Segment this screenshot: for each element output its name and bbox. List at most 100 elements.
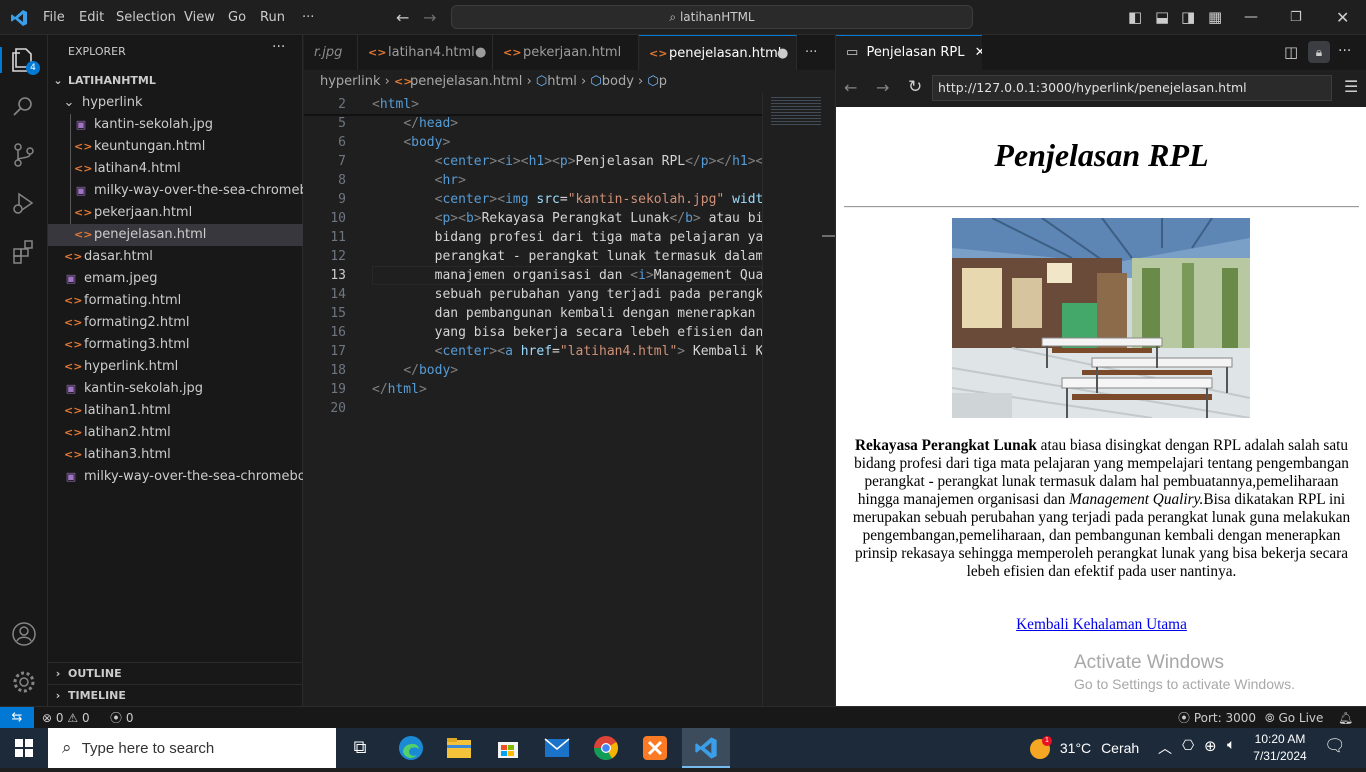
xampp-icon[interactable]	[635, 732, 675, 764]
forward-arrow-icon[interactable]: →	[423, 0, 436, 35]
sidebar-file-item[interactable]: <> formating3.html	[48, 334, 303, 356]
windows-start-icon[interactable]	[4, 732, 44, 764]
run-debug-icon[interactable]	[10, 189, 38, 217]
breadcrumb-folder[interactable]: hyperlink	[320, 74, 381, 89]
remote-indicator[interactable]: ⇆	[0, 707, 34, 728]
unsaved-dot-icon[interactable]: ●	[475, 35, 486, 70]
taskbar-search-box[interactable]: ⌕ Type here to search	[48, 728, 336, 768]
problems-indicator[interactable]: ⊗ 0 ⚠ 0	[42, 707, 90, 729]
workspace-root[interactable]: ⌄ LATIHANHTML	[48, 70, 303, 92]
port-indicator[interactable]: ⦿ Port: 3000	[1178, 707, 1256, 729]
vscode-taskbar-item[interactable]	[682, 728, 730, 768]
folder-hyperlink[interactable]: ⌄ hyperlink	[48, 92, 303, 114]
menu-go[interactable]: Go	[228, 0, 246, 35]
sidebar-file-item[interactable]: <> pekerjaan.html	[48, 202, 303, 224]
settings-gear-icon[interactable]	[10, 668, 38, 696]
toggle-panel-icon[interactable]: ⬓	[1155, 0, 1169, 35]
sidebar-file-item[interactable]: ▣ kantin-sekolah.jpg	[48, 114, 303, 136]
tab-penejelasan[interactable]: <> penejelasan.html ●	[639, 35, 797, 70]
outline-section[interactable]: › OUTLINE	[48, 662, 303, 684]
menu-file[interactable]: File	[43, 0, 65, 35]
code-line[interactable]: 20	[304, 399, 762, 418]
ports-indicator[interactable]: ⦿ 0	[110, 707, 133, 729]
menu-edit[interactable]: Edit	[79, 0, 104, 35]
sidebar-file-item[interactable]: <> dasar.html	[48, 246, 303, 268]
sidebar-file-item[interactable]: ▣ kantin-sekolah.jpg	[48, 378, 303, 400]
notification-center-icon[interactable]: 🗨︎	[1324, 736, 1346, 756]
toggle-secondary-sidebar-icon[interactable]: ◨	[1181, 0, 1195, 35]
editor-more-actions[interactable]: ···	[797, 35, 835, 70]
extensions-icon[interactable]	[10, 237, 38, 265]
meet-now-icon[interactable]: ⎔	[1182, 738, 1194, 754]
code-line[interactable]: 17 <center><a href="latihan4.html"> Kemb…	[304, 342, 762, 361]
sidebar-file-item[interactable]: ▣ emam.jpeg	[48, 268, 303, 290]
code-line[interactable]: 13 manajemen organisasi dan <i>Managemen…	[304, 266, 762, 285]
code-line[interactable]: 14 sebuah perubahan yang terjadi pada pe…	[304, 285, 762, 304]
accounts-icon[interactable]	[10, 620, 38, 648]
code-line[interactable]: 7 <center><i><h1><p>Penjelasan RPL</p></…	[304, 152, 762, 171]
file-explorer-icon[interactable]	[439, 732, 479, 764]
more-actions-icon[interactable]: ···	[1338, 43, 1351, 59]
lock-icon[interactable]: 🔒︎	[1308, 41, 1330, 63]
split-editor-icon[interactable]: ◫	[1284, 43, 1298, 61]
notifications-bell-icon[interactable]: 🔔︎	[1338, 707, 1353, 729]
clock[interactable]: 10:20 AM 7/31/2024	[1252, 731, 1308, 765]
breadcrumb-html[interactable]: html	[547, 74, 577, 89]
close-icon[interactable]: ✕	[1336, 0, 1349, 35]
volume-muted-icon[interactable]: 🔈︎	[1227, 737, 1235, 753]
toggle-sidebar-icon[interactable]: ◧	[1128, 0, 1142, 35]
minimize-icon[interactable]: —	[1244, 0, 1258, 35]
code-line[interactable]: 16 yang bisa bekerja secara lebeh efisie…	[304, 323, 762, 342]
minimap[interactable]	[762, 93, 835, 706]
source-control-icon[interactable]	[10, 141, 38, 169]
sidebar-file-item[interactable]: <> hyperlink.html	[48, 356, 303, 378]
timeline-section[interactable]: › TIMELINE	[48, 684, 303, 706]
menu-selection[interactable]: Selection	[116, 0, 176, 35]
browser-tab[interactable]: ▭ Penjelasan RPL ✕	[836, 35, 986, 70]
restore-icon[interactable]: ❐	[1290, 0, 1302, 35]
task-view-icon[interactable]: ⧉	[340, 732, 380, 764]
microsoft-store-icon[interactable]	[488, 732, 528, 764]
chevron-up-icon[interactable]: ︿	[1158, 738, 1172, 758]
explorer-more-icon[interactable]: ···	[272, 39, 285, 55]
code-line[interactable]: 2 <html>	[304, 95, 762, 114]
sidebar-file-item[interactable]: <> formating.html	[48, 290, 303, 312]
chrome-icon[interactable]	[586, 732, 626, 764]
back-arrow-icon[interactable]: ←	[844, 78, 857, 97]
breadcrumb-p[interactable]: p	[659, 74, 667, 89]
code-line[interactable]: 10 <p><b>Rekayasa Perangkat Lunak</b> at…	[304, 209, 762, 228]
code-line[interactable]: 18 </body>	[304, 361, 762, 380]
code-line[interactable]: 5 </head>	[304, 114, 762, 133]
sidebar-file-item[interactable]: <> latihan4.html	[48, 158, 303, 180]
menu-more[interactable]: ···	[302, 0, 314, 35]
code-line[interactable]: 9 <center><img src="kantin-sekolah.jpg" …	[304, 190, 762, 209]
edge-browser-icon[interactable]	[391, 732, 431, 764]
customize-layout-icon[interactable]: ▦	[1208, 0, 1222, 35]
back-arrow-icon[interactable]: ←	[396, 0, 409, 35]
mail-icon[interactable]	[537, 732, 577, 764]
url-input[interactable]: http://127.0.0.1:3000/hyperlink/penejela…	[932, 75, 1332, 101]
forward-arrow-icon[interactable]: →	[876, 78, 889, 97]
code-line[interactable]: 8 <hr>	[304, 171, 762, 190]
sidebar-file-item[interactable]: <> latihan1.html	[48, 400, 303, 422]
network-icon[interactable]: ⊕	[1204, 737, 1217, 755]
breadcrumb-body[interactable]: body	[602, 74, 634, 89]
code-line[interactable]: 12 perangkat - perangkat lunak termasuk …	[304, 247, 762, 266]
sidebar-file-item[interactable]: <> latihan2.html	[48, 422, 303, 444]
sidebar-file-item[interactable]: <> latihan3.html	[48, 444, 303, 466]
sidebar-file-item[interactable]: <> formating2.html	[48, 312, 303, 334]
command-center-search[interactable]: ⌕ latihanHTML	[451, 5, 973, 29]
menu-icon[interactable]: ☰	[1344, 77, 1358, 96]
go-live-button[interactable]: ⦾ Go Live	[1265, 707, 1323, 729]
reload-icon[interactable]: ↻	[908, 77, 922, 97]
sidebar-file-item[interactable]: ▣ milky-way-over-the-sea-chromeboo...	[48, 466, 303, 488]
unsaved-dot-icon[interactable]: ●	[777, 36, 788, 70]
menu-view[interactable]: View	[184, 0, 215, 35]
code-line[interactable]: 11 bidang profesi dari tiga mata pelajar…	[304, 228, 762, 247]
explorer-icon[interactable]: 4	[10, 45, 40, 75]
menu-run[interactable]: Run	[260, 0, 285, 35]
weather-widget[interactable]: 1 31°C Cerah	[1030, 728, 1139, 768]
tab-pekerjaan[interactable]: <> pekerjaan.html	[493, 35, 639, 70]
tab-latihan4[interactable]: <> latihan4.html ●	[358, 35, 493, 70]
sidebar-file-item[interactable]: ▣ milky-way-over-the-sea-chromebo...	[48, 180, 303, 202]
